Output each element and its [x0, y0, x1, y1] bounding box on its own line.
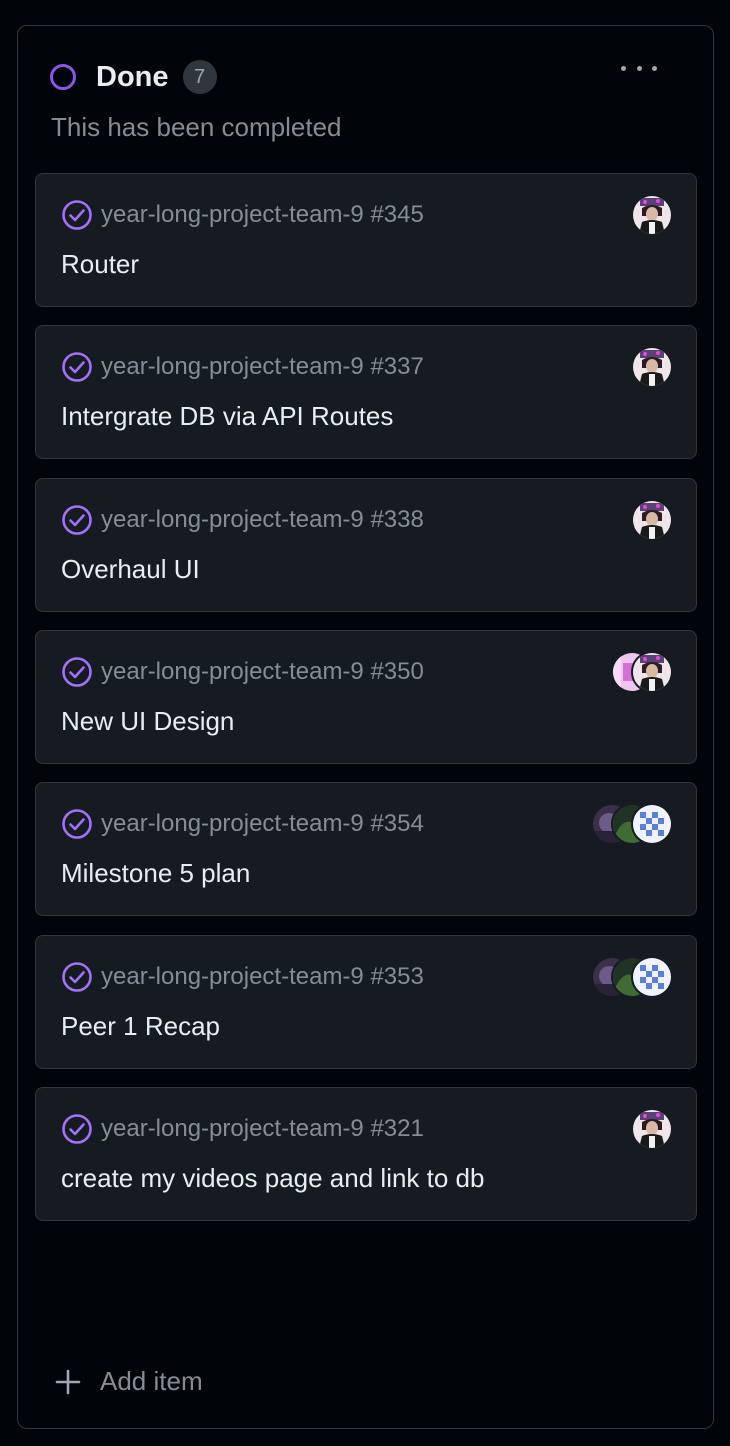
column-header: Done 7: [50, 60, 217, 94]
issue-title[interactable]: create my videos page and link to db: [61, 1163, 484, 1194]
portrait-avatar-image: [633, 501, 671, 539]
issue-card[interactable]: year-long-project-team-9 #350 New UI Desi…: [35, 630, 697, 764]
avatar[interactable]: [631, 803, 673, 845]
issue-card[interactable]: year-long-project-team-9 #345 Router: [35, 173, 697, 307]
issue-meta: year-long-project-team-9 #350: [61, 656, 424, 688]
issue-title[interactable]: Overhaul UI: [61, 554, 200, 585]
issue-closed-check-icon: [62, 505, 92, 535]
assignee-avatars[interactable]: [631, 346, 673, 388]
assignee-avatars[interactable]: [631, 499, 673, 541]
portrait-avatar-image: [633, 653, 671, 691]
issue-card[interactable]: year-long-project-team-9 #338 Overhaul UI: [35, 478, 697, 612]
issue-reference[interactable]: year-long-project-team-9 #321: [101, 1115, 424, 1143]
assignee-avatars[interactable]: [591, 956, 673, 998]
portrait-avatar-image: [633, 1110, 671, 1148]
issue-reference[interactable]: year-long-project-team-9 #337: [101, 353, 424, 381]
issue-reference[interactable]: year-long-project-team-9 #338: [101, 506, 424, 534]
issue-card[interactable]: year-long-project-team-9 #321 create my v…: [35, 1087, 697, 1221]
issue-title[interactable]: Milestone 5 plan: [61, 858, 250, 889]
issue-title[interactable]: Peer 1 Recap: [61, 1011, 220, 1042]
issue-closed-check-icon: [62, 657, 92, 687]
issue-reference[interactable]: year-long-project-team-9 #353: [101, 963, 424, 991]
column-more-options-button[interactable]: [619, 56, 659, 80]
issue-card[interactable]: year-long-project-team-9 #337 Intergrate …: [35, 325, 697, 459]
avatar[interactable]: [631, 1108, 673, 1150]
issue-meta: year-long-project-team-9 #354: [61, 808, 424, 840]
assignee-avatars[interactable]: [631, 194, 673, 236]
issue-meta: year-long-project-team-9 #345: [61, 199, 424, 231]
portrait-avatar-image: [633, 196, 671, 234]
pattern-avatar-image: [633, 805, 671, 843]
issue-closed-check-icon: [62, 962, 92, 992]
avatar[interactable]: [631, 346, 673, 388]
more-dot-icon: [621, 65, 626, 71]
issue-meta: year-long-project-team-9 #353: [61, 961, 424, 993]
assignee-avatars[interactable]: [591, 803, 673, 845]
pattern-avatar-image: [633, 958, 671, 996]
column-description: This has been completed: [51, 112, 342, 142]
avatar[interactable]: [631, 194, 673, 236]
done-column: Done 7 This has been completed year-long…: [17, 25, 714, 1429]
issue-closed-check-icon: [62, 352, 92, 382]
item-count-badge: 7: [182, 60, 217, 94]
status-circle-icon: [50, 64, 76, 90]
issue-reference[interactable]: year-long-project-team-9 #345: [101, 201, 424, 229]
plus-icon: [55, 1369, 81, 1394]
issue-closed-check-icon: [62, 200, 92, 230]
issue-card[interactable]: year-long-project-team-9 #353 Peer 1 Reca…: [35, 935, 697, 1069]
issue-title[interactable]: New UI Design: [61, 706, 234, 737]
column-title: Done: [96, 60, 169, 93]
issue-meta: year-long-project-team-9 #337: [61, 351, 424, 383]
avatar[interactable]: [631, 499, 673, 541]
issue-card[interactable]: year-long-project-team-9 #354 Milestone 5…: [35, 782, 697, 916]
issue-meta: year-long-project-team-9 #321: [61, 1113, 424, 1145]
issue-reference[interactable]: year-long-project-team-9 #354: [101, 810, 424, 838]
add-item-label: Add item: [100, 1366, 203, 1396]
issue-title[interactable]: Router: [61, 249, 139, 280]
more-dot-icon: [636, 65, 642, 71]
issue-meta: year-long-project-team-9 #338: [61, 504, 424, 536]
assignee-avatars[interactable]: [611, 651, 673, 693]
avatar[interactable]: [631, 956, 673, 998]
issue-reference[interactable]: year-long-project-team-9 #350: [101, 658, 424, 686]
issue-closed-check-icon: [62, 809, 92, 839]
portrait-avatar-image: [633, 348, 671, 386]
avatar[interactable]: [631, 651, 673, 693]
more-dot-icon: [652, 65, 657, 71]
issue-closed-check-icon: [62, 1114, 92, 1144]
add-item-button[interactable]: Add item: [53, 1366, 203, 1397]
assignee-avatars[interactable]: [631, 1108, 673, 1150]
issue-title[interactable]: Intergrate DB via API Routes: [61, 401, 393, 432]
